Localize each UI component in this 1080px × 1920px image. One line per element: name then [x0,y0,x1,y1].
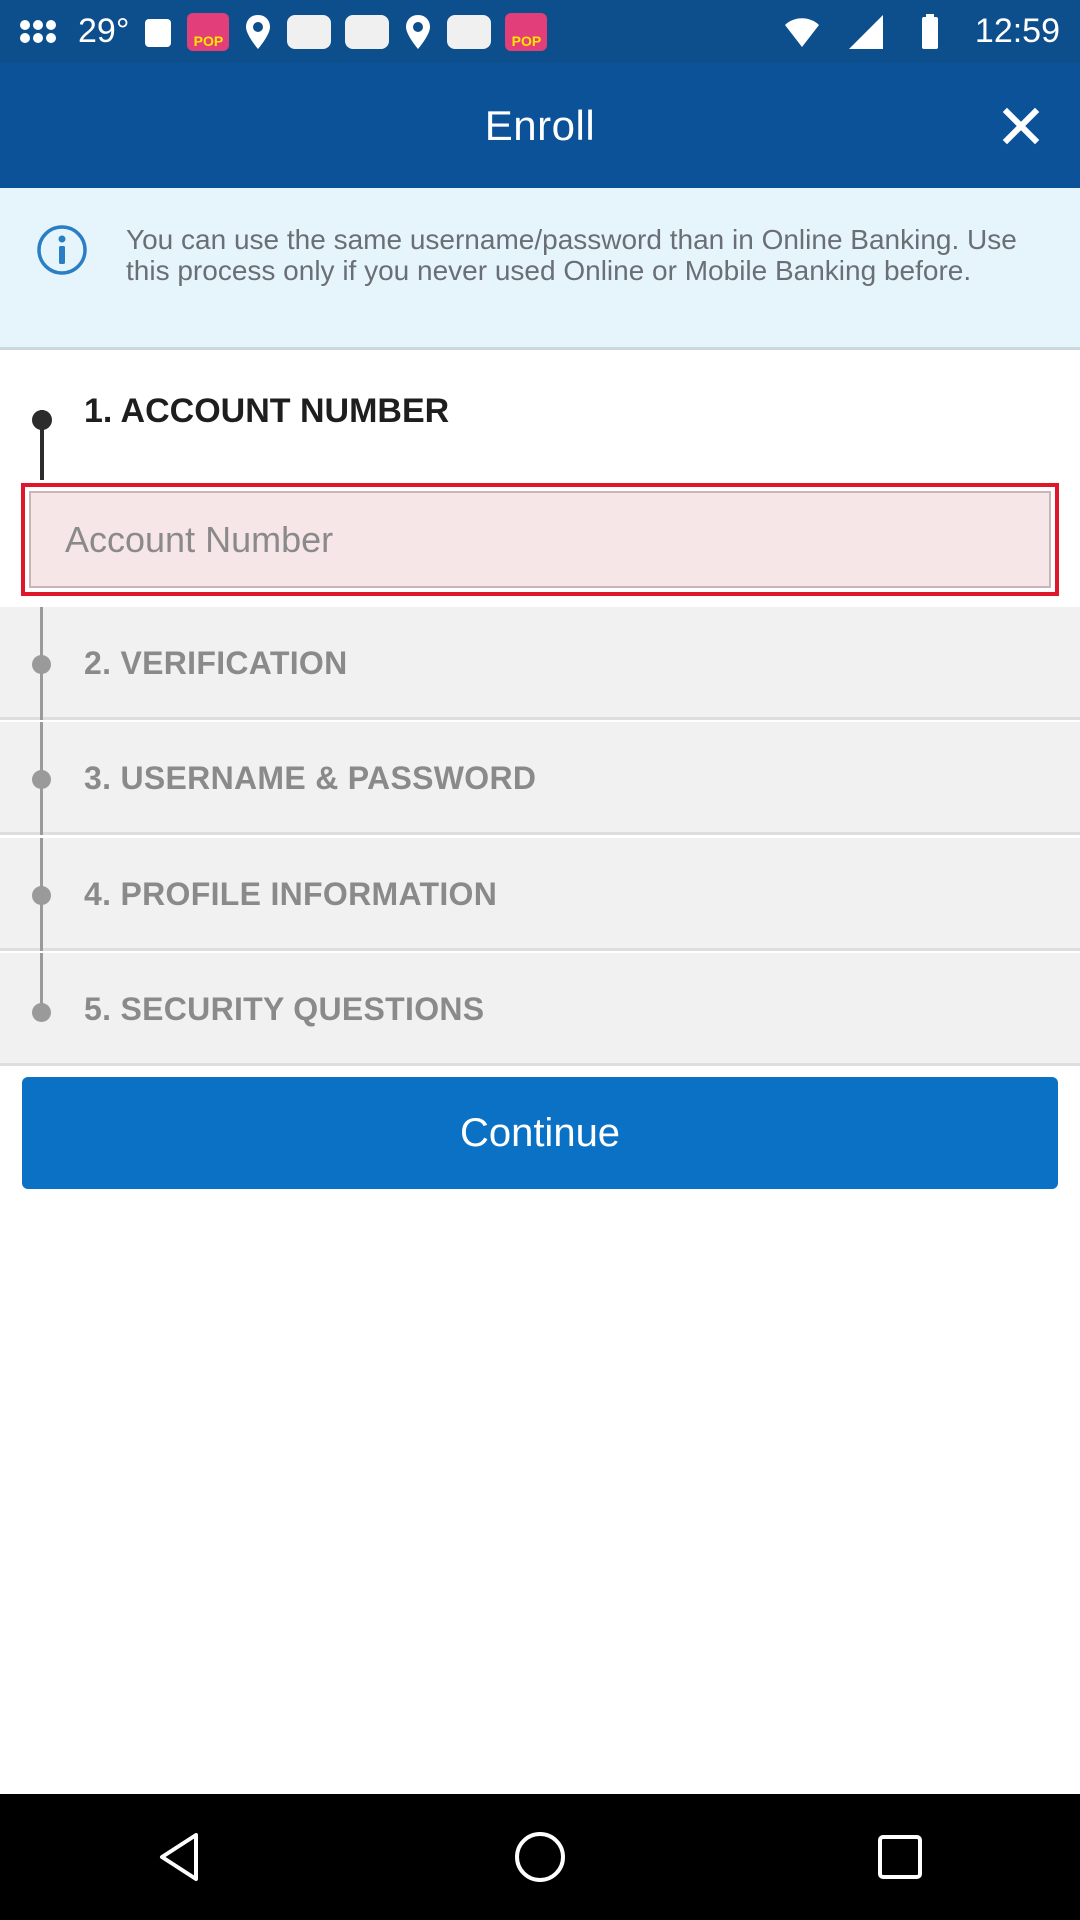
step-dot [32,655,51,674]
gallery-icon [345,14,390,49]
gallery-icon [145,18,172,47]
info-banner: You can use the same username/password t… [0,188,1080,350]
step-label: 1. ACCOUNT NUMBER [84,392,450,430]
step-profile-information[interactable]: 4. PROFILE INFORMATION [0,838,1080,951]
system-nav-bar [0,1794,1080,1920]
step-dot [32,770,51,789]
back-button[interactable] [140,1817,220,1897]
step-account-number: 1. ACCOUNT NUMBER [0,360,1080,480]
gallery-icon [287,14,332,49]
app-header: Enroll [0,63,1080,188]
status-left-icons: 29° POP POP [20,12,548,51]
step-dot [32,886,51,905]
recents-button[interactable] [860,1817,940,1897]
step-dot [32,1003,51,1022]
gallery-icon [447,14,492,49]
info-icon [37,225,87,275]
pop-badge-text: POP [511,32,542,49]
info-text: You can use the same username/password t… [126,224,1017,286]
clock-text: 12:59 [974,12,1060,50]
step-dot [32,410,52,430]
wifi-icon [784,17,819,47]
status-right-icons: 12:59 [783,12,1060,51]
signal-icon [848,14,883,49]
temperature-text: 29° [78,12,130,50]
step-label: 2. VERIFICATION [84,645,348,681]
page-title: Enroll [484,101,596,149]
step-verification[interactable]: 2. VERIFICATION [0,607,1080,720]
step-label: 4. PROFILE INFORMATION [84,876,498,912]
location-icon [246,14,271,49]
step-username-password[interactable]: 3. USERNAME & PASSWORD [0,722,1080,835]
continue-button[interactable]: Continue [22,1077,1058,1189]
pop-badge-text: POP [193,32,224,49]
recents-icon [878,1835,922,1879]
step-security-questions[interactable]: 5. SECURITY QUESTIONS [0,953,1080,1066]
account-number-field-wrapper [21,483,1059,596]
step-label: 3. USERNAME & PASSWORD [84,760,537,796]
home-button[interactable] [500,1817,580,1897]
apps-icon [20,20,64,43]
pop-app-icon: POP [505,12,548,51]
close-button[interactable] [996,101,1046,151]
step-label: 5. SECURITY QUESTIONS [84,991,485,1027]
pop-app-icon: POP [187,12,230,51]
close-icon [1002,107,1040,145]
status-bar: 29° POP POP 12:59 [0,0,1080,63]
location-icon [406,14,431,49]
home-icon [515,1832,565,1882]
back-icon [160,1833,198,1881]
account-number-input[interactable] [29,491,1051,588]
battery-icon [921,13,938,49]
